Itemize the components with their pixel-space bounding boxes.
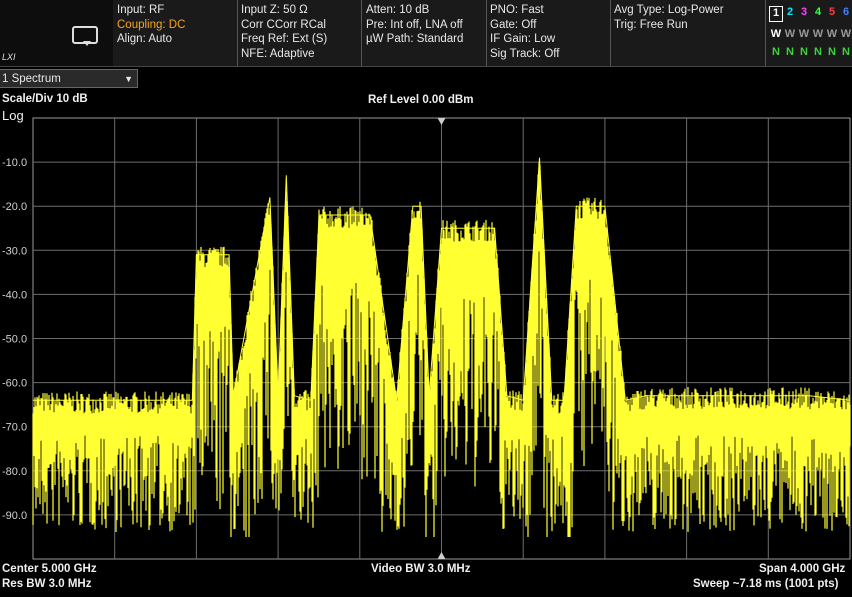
trace-detector-5: N — [828, 46, 836, 58]
span-label: Span 4.000 GHz — [759, 563, 846, 575]
trace-detector-3: N — [800, 46, 808, 58]
trace-type-4: W — [812, 28, 824, 40]
input-settings[interactable]: Input: RF Coupling: DC Align: Auto — [117, 3, 185, 47]
trace-detector-4: N — [814, 46, 822, 58]
sig-track-setting: Sig Track: Off — [490, 47, 560, 60]
y-tick-label: -20.0 — [2, 201, 27, 213]
impedance-settings[interactable]: Input Z: 50 Ω Corr CCorr RCal Freq Ref: … — [241, 3, 327, 61]
correction-setting: Corr CCorr RCal — [241, 18, 326, 31]
trace-numbers: 123456 — [769, 6, 852, 22]
uw-path-setting: µW Path: Standard — [366, 33, 464, 45]
trace-type-3: W — [798, 28, 810, 40]
divider — [610, 0, 611, 66]
trace-type-1: W — [770, 28, 782, 40]
y-tick-label: -60.0 — [2, 378, 27, 390]
y-tick-label: -90.0 — [2, 510, 27, 522]
logo-area: LXI — [0, 0, 113, 66]
if-gain-setting: IF Gain: Low — [490, 33, 556, 45]
center-freq-label: Center 5.000 GHz — [2, 563, 97, 575]
trace-number-2[interactable]: 2 — [783, 6, 797, 22]
y-tick-label: -80.0 — [2, 466, 27, 478]
pno-setting: PNO: Fast — [490, 4, 544, 16]
trace-number-4[interactable]: 4 — [811, 6, 825, 22]
y-tick-label: -30.0 — [2, 245, 27, 257]
avg-type-setting: Avg Type: Log-Power — [614, 4, 724, 16]
input-setting: Input: RF — [117, 4, 165, 16]
window-tab-spectrum[interactable]: 1 Spectrum ▼ — [0, 69, 138, 88]
ref-level-label: Ref Level 0.00 dBm — [368, 94, 474, 106]
trace-type-5: W — [826, 28, 838, 40]
trace-detector-6: N — [842, 46, 850, 58]
sweep-label: Sweep ~7.18 ms (1001 pts) — [693, 578, 839, 590]
lxi-logo: LXI — [2, 52, 16, 62]
res-bw-label: Res BW 3.0 MHz — [2, 578, 92, 590]
trace-indicator[interactable]: 123456 WWWWWW NNNNNN — [769, 6, 852, 62]
preamp-setting: Pre: Int off, LNA off — [366, 18, 463, 31]
trace-type-6: W — [840, 28, 852, 40]
divider — [361, 0, 362, 66]
trigger-setting: Trig: Free Run — [614, 18, 688, 31]
pno-settings[interactable]: PNO: Fast Gate: Off IF Gain: Low Sig Tra… — [490, 3, 559, 61]
trace-number-3[interactable]: 3 — [797, 6, 811, 22]
y-tick-label: -10.0 — [2, 157, 27, 169]
trace-number-6[interactable]: 6 — [839, 6, 852, 22]
trace-detector-2: N — [786, 46, 794, 58]
header-bar: LXI Input: RF Coupling: DC Align: Auto I… — [0, 0, 852, 67]
atten-setting: Atten: 10 dB — [366, 4, 430, 16]
trace-detector-1: N — [772, 46, 780, 58]
divider — [486, 0, 487, 66]
y-tick-label: -40.0 — [2, 289, 27, 301]
video-bw-label: Video BW 3.0 MHz — [371, 563, 471, 575]
spectrum-plot[interactable]: -10.0 -20.0 -30.0 -40.0 -50.0 -60.0 -70.0 -80.0… — [0, 110, 852, 562]
window-tab-label: 1 Spectrum — [2, 73, 61, 85]
trace-types: WWWWWW — [769, 28, 852, 44]
attenuation-settings[interactable]: Atten: 10 dB Pre: Int off, LNA off µW Pa… — [366, 3, 463, 47]
divider — [765, 0, 766, 66]
freq-ref-setting: Freq Ref: Ext (S) — [241, 33, 328, 45]
align-setting: Align: Auto — [117, 33, 172, 45]
gate-setting: Gate: Off — [490, 18, 537, 31]
trace-number-1[interactable]: 1 — [769, 6, 783, 22]
chevron-down-icon[interactable]: ▼ — [124, 70, 133, 89]
divider — [237, 0, 238, 66]
coupling-setting: Coupling: DC — [117, 18, 186, 31]
y-tick-label: -50.0 — [2, 334, 27, 346]
message-icon[interactable] — [72, 26, 98, 46]
nfe-setting: NFE: Adaptive — [241, 47, 315, 60]
trace-type-2: W — [784, 28, 796, 40]
avg-settings[interactable]: Avg Type: Log-Power Trig: Free Run — [614, 3, 724, 32]
input-z-setting: Input Z: 50 Ω — [241, 4, 308, 16]
trace-detectors: NNNNNN — [769, 46, 852, 62]
scale-div-label: Scale/Div 10 dB — [2, 93, 88, 105]
trace-number-5[interactable]: 5 — [825, 6, 839, 22]
y-tick-label: -70.0 — [2, 422, 27, 434]
